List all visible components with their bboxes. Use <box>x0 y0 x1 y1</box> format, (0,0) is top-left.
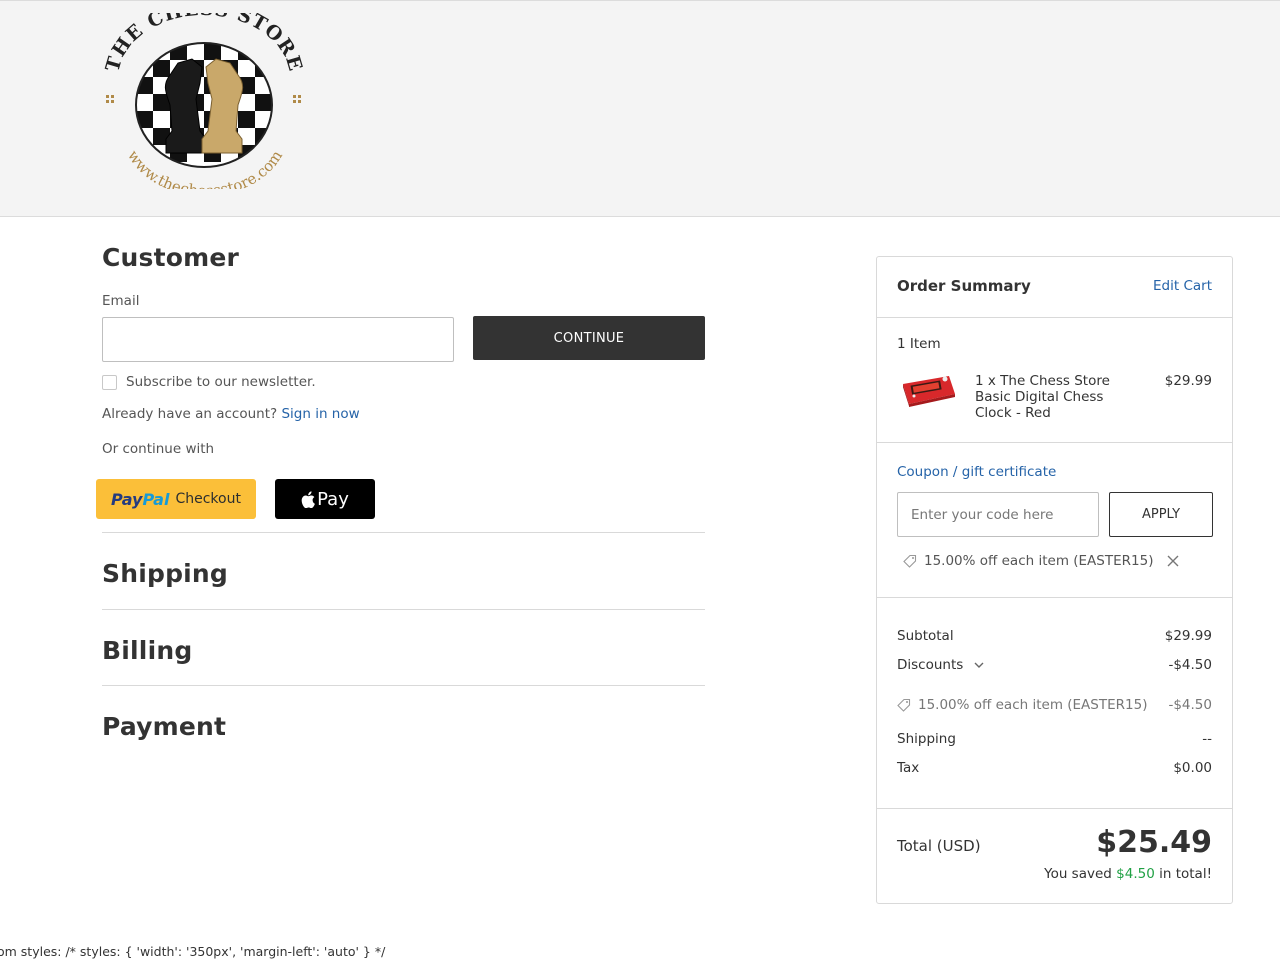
divider-billing <box>102 685 705 686</box>
tag-icon <box>903 554 917 568</box>
shipping-row: Shipping -- <box>897 731 1212 747</box>
newsletter-checkbox[interactable] <box>102 374 117 390</box>
shipping-value: -- <box>1202 731 1212 747</box>
summary-divider <box>877 597 1232 598</box>
edit-cart-link[interactable]: Edit Cart <box>1153 278 1212 294</box>
account-prompt-text: Already have an account? <box>102 406 278 422</box>
summary-divider <box>877 442 1232 443</box>
summary-divider <box>877 808 1232 809</box>
debug-styles-text: om styles: /* styles: { 'width': '350px'… <box>0 944 386 959</box>
savings-note: You saved $4.50 in total! <box>1044 866 1212 882</box>
discount-detail-row: 15.00% off each item (EASTER15) -$4.50 <box>897 697 1212 713</box>
tag-icon <box>897 698 911 712</box>
divider-shipping <box>102 609 705 610</box>
paypal-checkout-text: Checkout <box>175 491 241 507</box>
coupon-input[interactable]: Enter your code here <box>897 492 1099 537</box>
tax-row: Tax $0.00 <box>897 760 1212 776</box>
or-continue-label: Or continue with <box>102 441 215 457</box>
item-count: 1 Item <box>897 336 941 352</box>
tax-value: $0.00 <box>1173 760 1212 776</box>
continue-button[interactable]: CONTINUE <box>473 316 705 360</box>
newsletter-label: Subscribe to our newsletter. <box>126 374 316 390</box>
discount-detail-label: 15.00% off each item (EASTER15) <box>918 697 1148 713</box>
discounts-row[interactable]: Discounts -$4.50 <box>897 657 1212 673</box>
total-label: Total (USD) <box>897 837 981 855</box>
summary-header: Order Summary Edit Cart <box>897 277 1212 295</box>
saved-prefix: You saved <box>1044 866 1112 882</box>
chess-clock-image <box>903 376 955 407</box>
item-price: $29.99 <box>1164 373 1212 389</box>
order-summary: Order Summary Edit Cart 1 Item 1 x The C… <box>876 256 1233 904</box>
item-name: 1 x The Chess Store Basic Digital Chess … <box>975 373 1110 421</box>
apple-pay-button[interactable]: Pay <box>275 479 375 519</box>
summary-divider <box>877 317 1232 318</box>
site-header: THE CHESS STORE www.thechessstore.com <box>0 0 1280 217</box>
applied-coupon: 15.00% off each item (EASTER15) <box>903 553 1179 569</box>
paypal-pay-text: Pay <box>111 489 143 509</box>
discount-detail-value: -$4.50 <box>1168 697 1212 713</box>
chess-store-logo[interactable]: THE CHESS STORE www.thechessstore.com <box>104 13 304 189</box>
applied-coupon-text: 15.00% off each item (EASTER15) <box>924 553 1154 569</box>
total-value: $25.49 <box>1096 825 1212 860</box>
divider-customer <box>102 532 705 533</box>
saved-suffix: in total! <box>1159 866 1212 882</box>
saved-amount: $4.50 <box>1116 866 1155 882</box>
newsletter-option[interactable]: Subscribe to our newsletter. <box>102 374 316 390</box>
apple-pay-text: Pay <box>317 488 349 510</box>
discounts-value: -$4.50 <box>1168 657 1212 673</box>
subtotal-label: Subtotal <box>897 628 954 644</box>
email-label: Email <box>102 293 140 309</box>
chevron-down-icon <box>974 662 984 668</box>
discounts-label: Discounts <box>897 657 964 673</box>
coupon-link[interactable]: Coupon / gift certificate <box>897 464 1056 480</box>
payment-heading: Payment <box>102 712 227 741</box>
shipping-heading: Shipping <box>102 559 229 588</box>
subtotal-value: $29.99 <box>1164 628 1212 644</box>
email-input[interactable] <box>102 317 454 362</box>
shipping-label: Shipping <box>897 731 956 747</box>
customer-heading: Customer <box>102 243 240 272</box>
remove-coupon-icon[interactable] <box>1167 555 1179 567</box>
sign-in-link[interactable]: Sign in now <box>281 406 359 422</box>
apply-button[interactable]: APPLY <box>1109 492 1213 537</box>
item-count-row: 1 Item <box>897 336 1212 352</box>
paypal-checkout-button[interactable]: Pay Pal Checkout <box>96 479 256 519</box>
subtotal-row: Subtotal $29.99 <box>897 628 1212 644</box>
summary-title: Order Summary <box>897 277 1031 295</box>
billing-heading: Billing <box>102 636 193 665</box>
paypal-pal-text: Pal <box>142 489 170 509</box>
discount-detail: 15.00% off each item (EASTER15) <box>897 697 1147 713</box>
apple-icon <box>301 490 316 508</box>
tax-label: Tax <box>897 760 920 776</box>
account-prompt: Already have an account? Sign in now <box>102 406 360 422</box>
discounts-toggle[interactable]: Discounts <box>897 657 984 673</box>
